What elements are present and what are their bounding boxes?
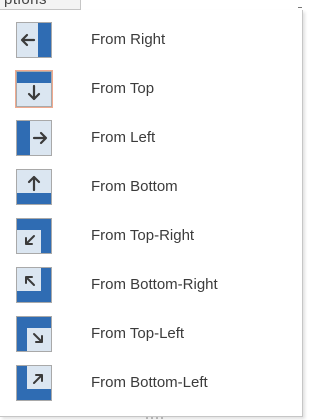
grip-dot — [156, 417, 158, 419]
menu-item-label: From Right — [91, 31, 166, 48]
menu-item-label: From Top — [91, 80, 155, 97]
effect-options-tab-label: ptions — [4, 0, 47, 8]
from-top-left-icon — [16, 316, 52, 352]
from-bottom-left-icon — [16, 365, 52, 401]
menu-item-label: From Top-Right — [91, 227, 195, 244]
separator-mark — [298, 7, 302, 8]
from-right-icon — [16, 22, 52, 58]
menu-item-label: From Left — [91, 129, 156, 146]
menu-item-from-bottom-right[interactable]: From Bottom-Right — [0, 263, 302, 307]
resize-grip[interactable] — [146, 417, 163, 419]
from-top-right-icon — [16, 218, 52, 254]
menu-item-from-bottom[interactable]: From Bottom — [0, 165, 302, 209]
menu-item-label: From Top-Left — [91, 325, 185, 342]
direction-menu: From Right From Top From Left From Botto… — [0, 10, 303, 419]
menu-item-from-left[interactable]: From Left — [0, 116, 302, 160]
grip-dot — [146, 417, 148, 419]
grip-dot — [151, 417, 153, 419]
from-bottom-right-icon — [16, 267, 52, 303]
menu-item-label: From Bottom-Left — [91, 374, 208, 391]
from-left-icon — [16, 120, 52, 156]
effect-options-tab[interactable]: ptions — [0, 0, 81, 10]
effect-options-dropdown-window: ptions From Right Fro — [0, 0, 318, 420]
menu-item-from-top-right[interactable]: From Top-Right — [0, 214, 302, 258]
menu-item-from-top[interactable]: From Top — [0, 67, 302, 111]
menu-item-from-bottom-left[interactable]: From Bottom-Left — [0, 361, 302, 405]
from-bottom-icon — [16, 169, 52, 205]
menu-item-label: From Bottom — [91, 178, 178, 195]
from-top-icon — [15, 70, 53, 108]
menu-item-label: From Bottom-Right — [91, 276, 218, 293]
menu-item-from-right[interactable]: From Right — [0, 18, 302, 62]
grip-dot — [161, 417, 163, 419]
menu-item-from-top-left[interactable]: From Top-Left — [0, 312, 302, 356]
